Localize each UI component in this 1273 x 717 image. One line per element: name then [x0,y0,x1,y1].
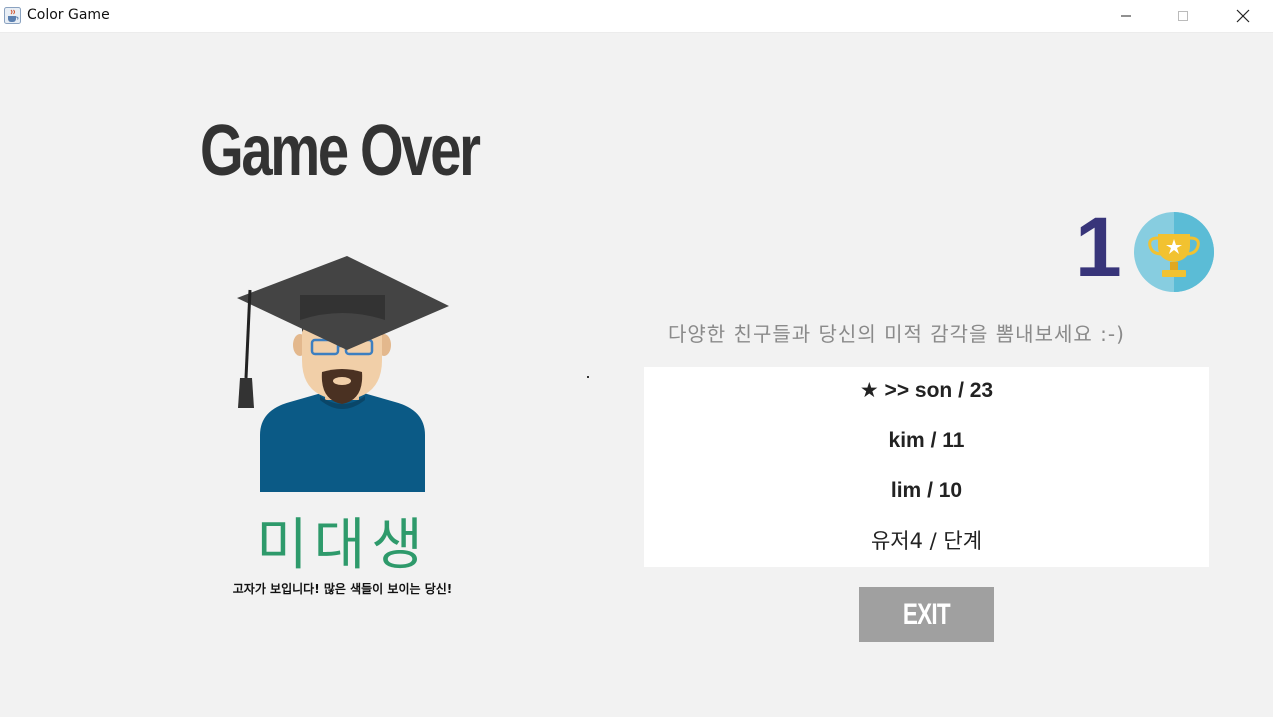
subtitle-text: 다양한 친구들과 당신의 미적 감각을 뽐내보세요 :-) [668,322,1125,346]
minimize-icon [1121,15,1131,17]
graduate-avatar-icon [237,256,449,492]
close-icon [1236,9,1250,23]
maximize-icon [1178,11,1188,21]
exit-button-label: EXIT [902,597,951,631]
rank-title: 미대생 [256,513,429,578]
exit-button[interactable]: EXIT [859,587,994,642]
window-title: Color Game [27,7,110,23]
my-rank-number: 1 [1075,200,1122,294]
leaderboard-item: 유저4 / 단계 [870,529,983,553]
window-titlebar: Color Game [0,0,1273,33]
minimize-button[interactable] [1103,0,1149,32]
trophy-icon [1134,212,1214,292]
rank-description: 고자가 보입니다! 많은 색들이 보이는 당신! [232,582,453,596]
leaderboard-panel: ★ >> son / 23 kim / 11 lim / 10 유저4 / 단계 [644,367,1209,567]
leaderboard-item: kim / 11 [888,429,965,452]
leaderboard-item: ★ >> son / 23 [859,379,994,402]
game-over-heading: Game Over [200,111,481,191]
maximize-button[interactable] [1160,0,1206,32]
java-cup-icon [4,7,21,24]
stray-dot [587,376,589,378]
leaderboard-item: lim / 10 [890,479,963,502]
close-button[interactable] [1220,0,1266,32]
